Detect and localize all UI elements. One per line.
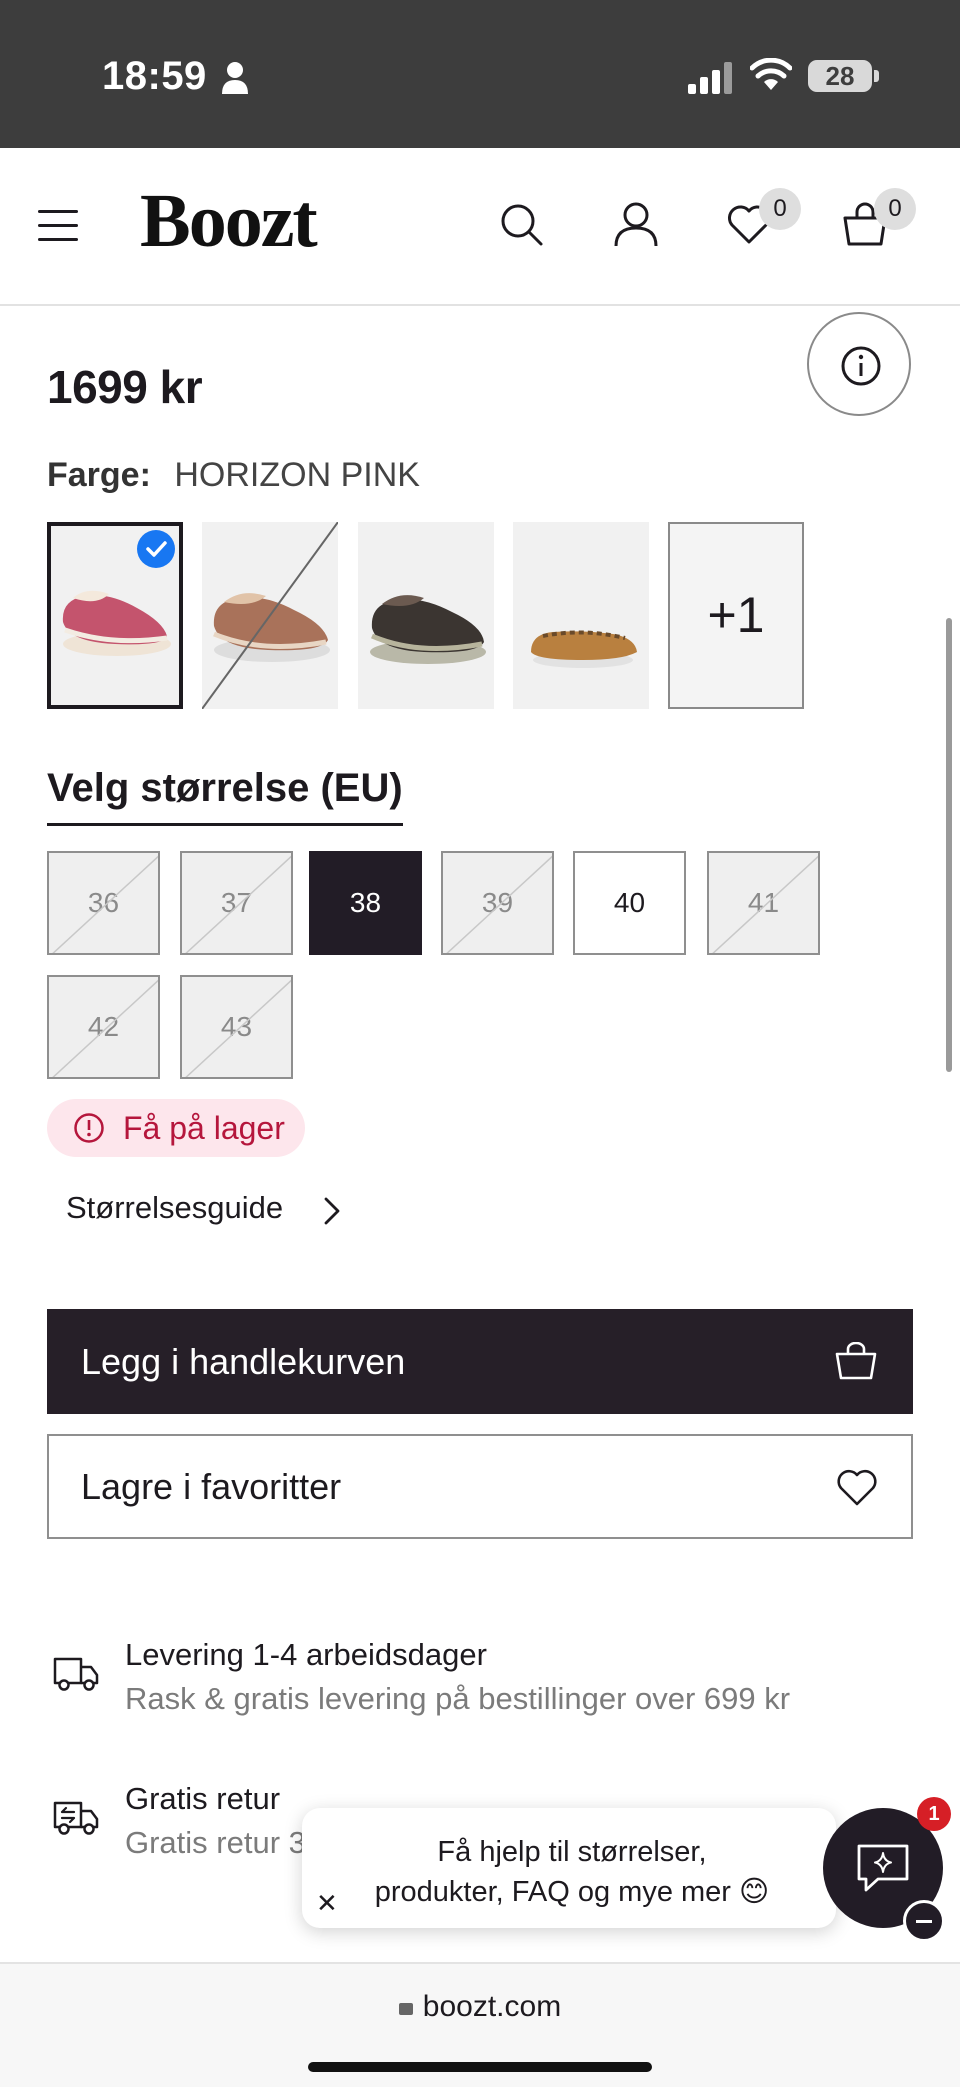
color-swatch-chestnut[interactable] [513,522,649,709]
size-section-title: Velg størrelse (EU) [47,766,403,826]
home-indicator [308,2062,652,2072]
stock-status-text: Få på lager [123,1110,285,1146]
site-header: Boozt 0 0 [0,148,960,306]
color-label: Farge: HORIZON PINK [47,456,420,495]
minimize-icon[interactable] [903,1900,945,1942]
heart-icon [837,1469,877,1506]
unavailable-strike [52,855,158,953]
color-value: HORIZON PINK [174,456,420,494]
more-colors-button[interactable]: +1 [668,522,804,709]
save-favorite-label: Lagre i favoritter [81,1466,342,1507]
color-swatch-charcoal[interactable] [358,522,494,709]
slipper-image [370,595,486,664]
battery-tip [874,70,879,82]
search-icon[interactable] [497,200,545,248]
truck-icon [53,1657,99,1691]
signal-icon [688,62,732,94]
unavailable-strike [712,855,818,953]
chevron-right-icon[interactable] [320,1196,344,1226]
size-option-39[interactable]: 39 [441,851,554,955]
size-option-41[interactable]: 41 [707,851,820,955]
selected-check-icon [137,530,175,568]
unavailable-strike [202,522,338,709]
unavailable-strike [446,855,552,953]
returns-title: Gratis retur [125,1781,281,1816]
info-button[interactable] [807,312,911,416]
add-to-cart-label: Legg i handlekurven [81,1341,406,1382]
unavailable-strike [185,855,291,953]
chat-prompt-text: Få hjelp til størrelser, produkter, FAQ … [332,1832,812,1912]
shopping-bag-icon [835,1342,877,1380]
size-option-36[interactable]: 36 [47,851,160,955]
user-icon[interactable] [612,200,660,248]
status-bar: 18:59 28 [0,0,960,148]
chat-sparkle-icon [857,1844,909,1892]
chat-prompt-line1: Få hjelp til størrelser, [437,1836,707,1868]
info-icon [841,346,881,386]
scrollbar[interactable] [946,618,952,1072]
delivery-subtitle: Rask & gratis levering på bestillinger o… [125,1681,791,1716]
size-guide-link[interactable]: Størrelsesguide [66,1190,283,1226]
stock-status-badge: Få på lager [47,1099,305,1157]
return-truck-icon [53,1801,99,1835]
delivery-title: Levering 1-4 arbeidsdager [125,1637,487,1672]
color-label-text: Farge: [47,456,151,494]
alert-icon [74,1113,104,1143]
save-favorite-button[interactable]: Lagre i favoritter [47,1434,913,1539]
size-option-37[interactable]: 37 [180,851,293,955]
color-swatch-chestnut-unavailable[interactable] [202,522,338,709]
chat-prompt-bubble[interactable]: ✕ Få hjelp til størrelser, produkter, FA… [302,1808,836,1928]
size-option-43[interactable]: 43 [180,975,293,1079]
url-display[interactable]: boozt.com [0,1990,960,2024]
menu-icon[interactable] [38,210,78,242]
add-to-cart-button[interactable]: Legg i handlekurven [47,1309,913,1414]
chat-prompt-line2: produkter, FAQ og mye mer 😊 [374,1876,770,1908]
returns-subtitle: Gratis retur 3 [125,1825,306,1860]
wishlist-count-badge: 0 [759,188,801,230]
person-icon [222,62,248,94]
unavailable-strike [185,979,291,1077]
size-option-40[interactable]: 40 [573,851,686,955]
slipper-image [531,630,637,668]
size-label: 38 [349,887,382,918]
size-option-38[interactable]: 38 [309,851,422,955]
battery-indicator: 28 [808,60,872,92]
url-text: boozt.com [422,1990,562,2023]
unavailable-strike [52,979,158,1077]
cart-count-badge: 0 [874,188,916,230]
status-time: 18:59 [102,54,207,98]
chat-notification-badge: 1 [917,1797,951,1831]
browser-url-bar[interactable]: boozt.com [0,1962,960,2087]
wifi-icon [750,58,792,90]
color-swatch-horizon-pink[interactable] [47,522,183,709]
logo[interactable]: Boozt [140,178,318,265]
product-price: 1699 kr [47,361,203,413]
size-option-42[interactable]: 42 [47,975,160,1079]
lock-icon [398,2003,413,2015]
size-label: 40 [613,887,646,918]
